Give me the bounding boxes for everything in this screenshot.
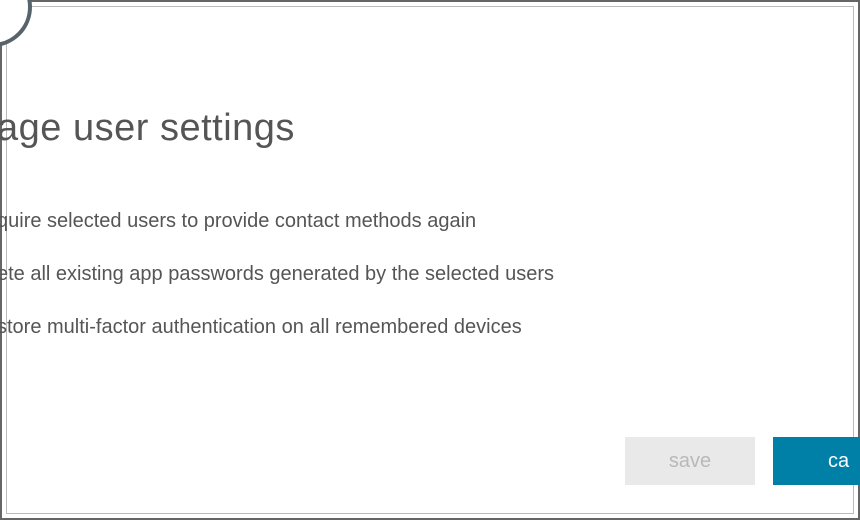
option-label: quire selected users to provide contact … bbox=[0, 210, 476, 232]
option-row-require-contact[interactable]: quire selected users to provide contact … bbox=[0, 210, 853, 233]
option-label: store multi-factor authentication on all… bbox=[0, 316, 522, 338]
dialog-button-row: save ca bbox=[625, 437, 860, 485]
cancel-button[interactable]: ca bbox=[773, 437, 860, 485]
option-row-delete-app-passwords[interactable]: ete all existing app passwords generated… bbox=[0, 263, 853, 286]
dialog-content: age user settings quire selected users t… bbox=[7, 107, 853, 369]
option-row-restore-mfa[interactable]: store multi-factor authentication on all… bbox=[0, 316, 853, 339]
dialog-title: age user settings bbox=[0, 107, 853, 150]
dialog-inner-frame: age user settings quire selected users t… bbox=[6, 6, 854, 514]
option-label: ete all existing app passwords generated… bbox=[0, 263, 554, 285]
step-badge-icon bbox=[0, 0, 32, 47]
save-button[interactable]: save bbox=[625, 437, 755, 485]
